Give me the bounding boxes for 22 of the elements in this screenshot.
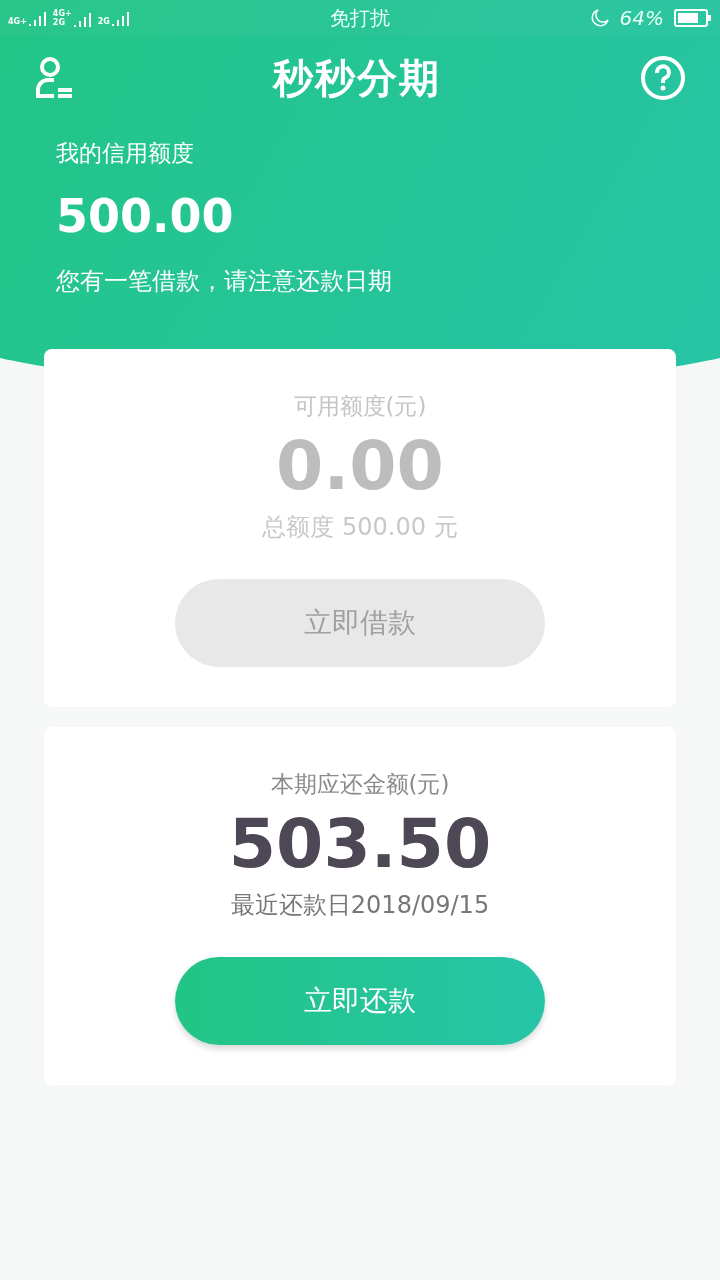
- network-label: 4G+: [8, 17, 27, 26]
- amount-value: 503.50: [228, 804, 492, 883]
- signal-icon: [28, 10, 47, 26]
- battery-percent: 64%: [619, 6, 664, 30]
- do-not-disturb-text: 免打扰: [329, 4, 390, 32]
- amount-value: 0.00: [276, 426, 444, 505]
- moon-icon: [589, 8, 610, 28]
- signal-icon: [111, 10, 130, 26]
- credit-amount: 500.00: [56, 189, 235, 243]
- credit-label: 我的信用额度: [56, 139, 195, 168]
- help-icon[interactable]: [640, 55, 686, 101]
- user-icon[interactable]: [36, 56, 74, 100]
- battery-icon: [674, 8, 712, 28]
- amount-note: 最近还款日2018/09/15: [230, 890, 490, 921]
- app-title: 秒秒分期: [273, 53, 441, 103]
- loan-notice: 您有一笔借款，请注意还款日期: [56, 266, 393, 297]
- network-label: 2G: [97, 17, 110, 26]
- amount-label: 可用额度(元): [293, 392, 427, 421]
- amount-label: 本期应还金额(元): [270, 770, 450, 799]
- network-label: 4G+ 2G: [52, 9, 72, 27]
- repay-button[interactable]: 立即还款: [175, 957, 545, 1045]
- signal-icon: [73, 11, 92, 27]
